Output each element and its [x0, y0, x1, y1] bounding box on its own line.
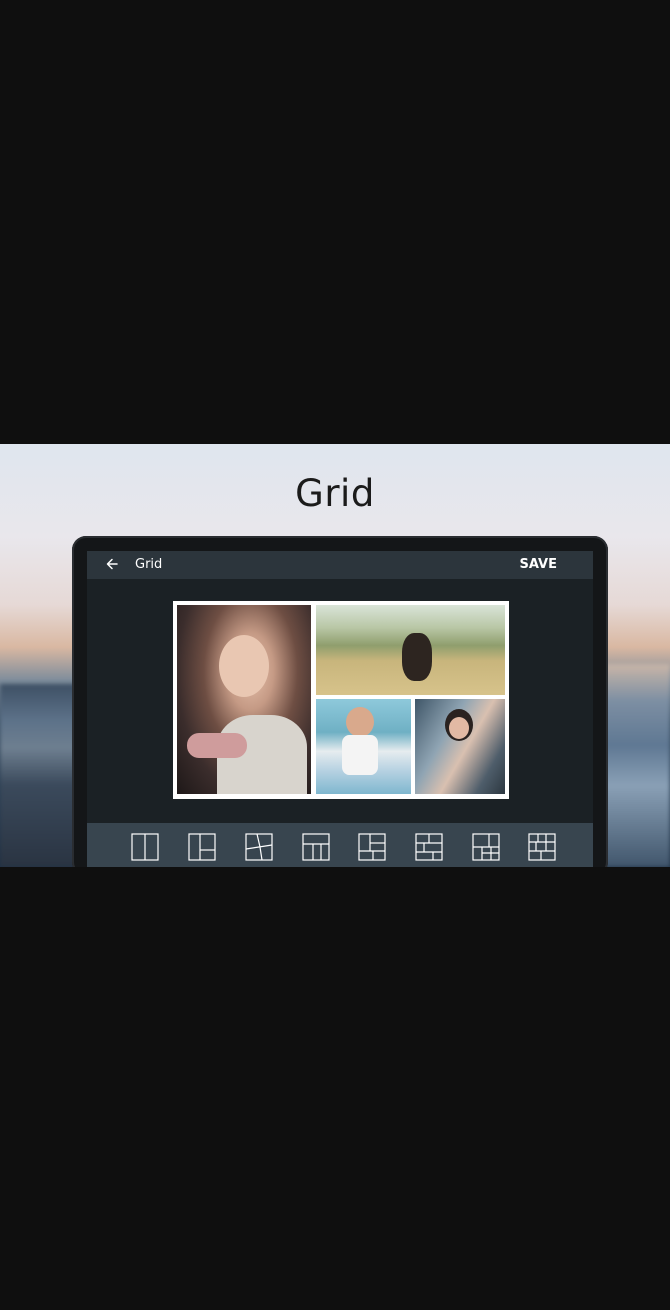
- photo-face-shape: [346, 707, 374, 737]
- collage-canvas: [173, 601, 509, 799]
- app-bar-title: Grid: [135, 557, 163, 572]
- app-screen: Grid SAVE: [87, 551, 593, 867]
- layout-6-icon[interactable]: [472, 833, 500, 861]
- layout-5-icon[interactable]: [358, 833, 386, 861]
- promo-banner: Grid Grid SAVE: [0, 444, 670, 867]
- photo-face-shape: [449, 717, 469, 739]
- layout-toolbar: [87, 823, 593, 867]
- layout-7-icon[interactable]: [528, 833, 556, 861]
- collage-photo-balcony[interactable]: [415, 699, 505, 794]
- banner-title: Grid: [295, 472, 375, 515]
- collage-photo-portrait[interactable]: [177, 605, 311, 794]
- photo-figure-shape: [402, 633, 432, 681]
- arrow-left-icon[interactable]: [103, 555, 121, 573]
- save-button[interactable]: SAVE: [520, 557, 557, 572]
- device-frame: Grid SAVE: [72, 536, 608, 867]
- collage-photo-field[interactable]: [316, 605, 505, 695]
- layout-4-grid-icon[interactable]: [302, 833, 330, 861]
- layout-2-vertical-icon[interactable]: [131, 833, 159, 861]
- photo-shirt-shape: [342, 735, 378, 775]
- photo-accent-shape: [187, 733, 247, 758]
- photo-face-shape: [219, 635, 269, 697]
- app-bar: Grid SAVE: [87, 551, 593, 579]
- layout-5-brick-icon[interactable]: [415, 833, 443, 861]
- collage-photo-beach[interactable]: [316, 699, 411, 794]
- layout-3-diagonal-icon[interactable]: [245, 833, 273, 861]
- layout-3-corner-icon[interactable]: [188, 833, 216, 861]
